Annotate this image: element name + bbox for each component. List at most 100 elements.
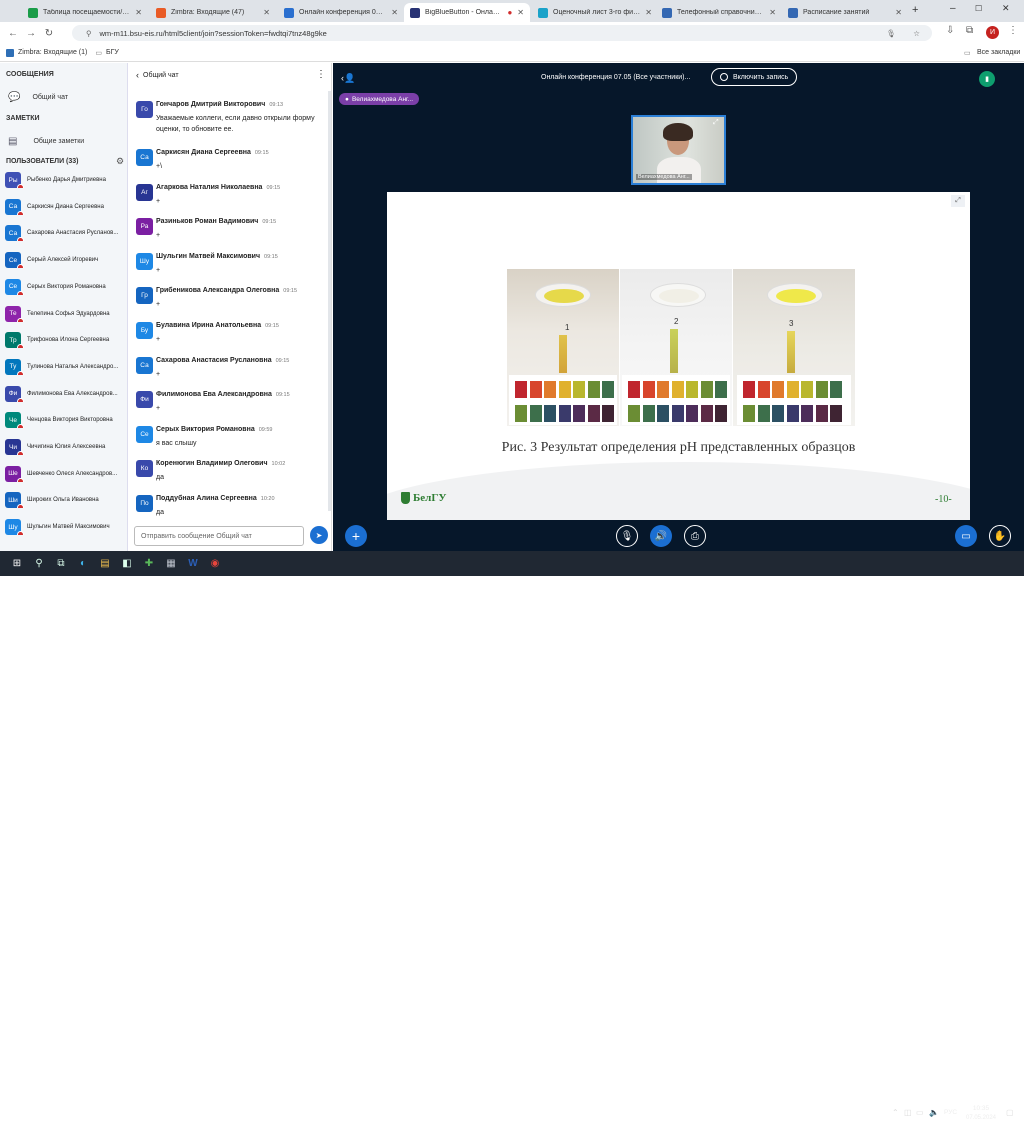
ph-color-swatch: [801, 405, 813, 422]
message-sender-name: Филимонова Ева Александровна: [156, 391, 272, 399]
task-view-icon[interactable]: ⧉: [50, 555, 72, 573]
notifications-icon[interactable]: ▢: [1006, 1108, 1014, 1117]
browser-tab[interactable]: Оценочный лист 3-го финал ✕: [532, 3, 658, 22]
store-icon[interactable]: ◧: [116, 555, 138, 573]
browser-tab[interactable]: Zimbra: Входящие (47) ✕: [150, 3, 276, 22]
sample-liquid-2: [659, 289, 699, 303]
user-list-item[interactable]: Ту Тулинова Наталья Александро...: [5, 358, 125, 375]
browser-tab[interactable]: Расписание занятий ✕: [782, 3, 908, 22]
reload-icon[interactable]: ↻: [40, 28, 58, 39]
tray-up-arrow-icon[interactable]: ⌃: [892, 1108, 899, 1117]
chat-scroll-track[interactable]: [328, 91, 331, 511]
audio-button[interactable]: 🔊: [650, 525, 672, 547]
actions-plus-button[interactable]: +: [345, 525, 367, 547]
user-list-item[interactable]: Ше Шевченко Олеся Александров...: [5, 465, 125, 482]
window-minimize-icon[interactable]: –: [950, 3, 956, 14]
user-name: Саркисян Диана Сергеевна: [27, 203, 104, 210]
camera-button[interactable]: ⎙: [684, 525, 706, 547]
record-button[interactable]: Включить запись: [711, 68, 798, 86]
chat-title: Общий чат: [143, 71, 179, 79]
user-list-item[interactable]: Тр Трифонова Илона Сергеевна: [5, 332, 125, 349]
connection-status-button[interactable]: ▮: [979, 71, 995, 87]
microphone-icon[interactable]: 🎙: [886, 29, 896, 38]
user-avatar: Те: [5, 305, 24, 322]
bookmark-zimbra[interactable]: Zimbra: Входящие (1): [18, 49, 87, 56]
browser-menu-icon[interactable]: ⋮: [1008, 25, 1018, 36]
site-info-icon[interactable]: ⚲: [86, 29, 92, 38]
ph-color-swatch: [587, 405, 600, 422]
app-icon[interactable]: ✚: [138, 555, 160, 573]
chat-input-field[interactable]: Отправить сообщение Общий чат: [134, 526, 304, 546]
word-icon[interactable]: W: [182, 555, 204, 573]
chevron-left-icon[interactable]: ‹: [136, 70, 139, 80]
close-icon[interactable]: ✕: [645, 8, 652, 17]
browser-tab[interactable]: Телефонный справочник НИ ✕: [656, 3, 782, 22]
edge-icon[interactable]: ◐: [72, 555, 94, 573]
user-list-item[interactable]: Са Сахарова Анастасия Русланов...: [5, 225, 125, 242]
forward-arrow-icon[interactable]: →: [22, 28, 40, 39]
user-list-item[interactable]: Фи Филимонова Ева Александров...: [5, 385, 125, 402]
share-screen-button[interactable]: ▭: [955, 525, 977, 547]
close-icon[interactable]: ✕: [135, 8, 142, 17]
chat-options-icon[interactable]: ⋮: [316, 69, 326, 80]
browser-tab[interactable]: Онлайн конференция 07.05 ✕: [278, 3, 404, 22]
public-chat-item[interactable]: 💬 Общий чат: [0, 90, 68, 104]
user-list-item[interactable]: Се Серый Алексей Игоревич: [5, 252, 125, 269]
windows-start-icon[interactable]: ⊞: [6, 555, 28, 573]
extensions-icon[interactable]: ⧉: [966, 25, 973, 36]
close-icon[interactable]: ✕: [769, 8, 776, 17]
bookmark-bgu[interactable]: БГУ: [106, 49, 119, 56]
url-field[interactable]: ⚲ wm-m11.bsu-eis.ru/html5client/join?ses…: [72, 25, 932, 41]
search-icon[interactable]: ⚲: [28, 555, 50, 573]
browser-tab-active[interactable]: BigBlueButton - Онлайн ко ● ✕: [404, 3, 530, 22]
send-button[interactable]: ➤: [310, 526, 328, 544]
message-text: +: [156, 197, 161, 205]
mute-microphone-button[interactable]: 🎙: [616, 525, 638, 547]
chat-header[interactable]: ‹ Общий чат: [136, 70, 179, 80]
users-toggle[interactable]: ‹👤: [341, 73, 355, 84]
user-list-item[interactable]: Чи Чичигина Юлия Алексеевна: [5, 439, 125, 455]
file-explorer-icon[interactable]: ▤: [94, 555, 116, 573]
user-list-item[interactable]: Ши Широких Ольга Ивановна: [5, 492, 125, 509]
raise-hand-button[interactable]: ✋: [989, 525, 1011, 547]
slide-fullscreen-icon[interactable]: ⤢: [951, 195, 965, 207]
bookmarks-bar: Zimbra: Входящие (1) ▭ БГУ ▭ Все закладк…: [0, 44, 1024, 62]
window-maximize-icon[interactable]: ☐: [975, 4, 982, 13]
fullscreen-icon[interactable]: ⤢: [713, 119, 719, 127]
users-settings-gear-icon[interactable]: ⚙: [116, 156, 124, 167]
user-list-item[interactable]: Те Телепина Софья Эдуардовна: [5, 305, 125, 322]
profile-avatar[interactable]: И: [986, 26, 999, 39]
bookmark-star-icon[interactable]: ☆: [913, 29, 920, 38]
chrome-icon[interactable]: ◉: [204, 555, 226, 573]
back-arrow-icon[interactable]: ←: [4, 28, 22, 39]
window-close-icon[interactable]: ✕: [1002, 3, 1010, 14]
presenter-badge[interactable]: ● Велиахмедова Анг...: [339, 93, 420, 105]
close-icon[interactable]: ✕: [517, 8, 524, 17]
user-list-item[interactable]: Са Саркисян Диана Сергеевна: [5, 198, 125, 215]
language-indicator[interactable]: РУС: [944, 1109, 957, 1116]
photos-icon[interactable]: ▦: [160, 555, 182, 573]
clock-date[interactable]: 07.05.2024: [962, 1115, 1000, 1121]
network-icon[interactable]: ▭: [916, 1108, 924, 1117]
new-tab-plus-icon[interactable]: +: [912, 4, 918, 16]
close-icon[interactable]: ✕: [391, 8, 398, 17]
ph-color-scale-2: [622, 375, 730, 425]
volume-icon[interactable]: 🔈: [929, 1108, 939, 1117]
user-list-item[interactable]: Се Серых Виктория Романовна: [5, 278, 125, 295]
muted-mic-icon: [17, 317, 24, 322]
close-icon[interactable]: ✕: [263, 8, 270, 17]
download-icon[interactable]: ⇩: [946, 25, 954, 36]
user-list-item[interactable]: Че Ченцова Виктория Викторовна: [5, 412, 125, 429]
user-list-item[interactable]: Ры Рыбенко Дарья Дмитриевна: [5, 172, 125, 188]
webcam-tile[interactable]: ⤢ Велиахмедова Анг...: [631, 115, 726, 185]
close-icon[interactable]: ✕: [895, 8, 902, 17]
ph-color-swatch: [558, 381, 571, 398]
shared-notes-item[interactable]: ▤ Общие заметки: [0, 134, 84, 148]
all-bookmarks[interactable]: Все закладки: [977, 49, 1020, 56]
clock-time[interactable]: 10:35: [966, 1105, 996, 1112]
browser-tab[interactable]: Таблица посещаемости/успе ✕: [22, 3, 148, 22]
presentation-slide[interactable]: ⤢ 1 2 3 Рис. 3 Результат определения pH …: [387, 192, 970, 520]
ph-color-swatch: [815, 405, 828, 422]
tray-app-icon[interactable]: ◫: [904, 1108, 912, 1117]
user-list-item[interactable]: Шу Шульгин Матвей Максимович: [5, 519, 125, 536]
